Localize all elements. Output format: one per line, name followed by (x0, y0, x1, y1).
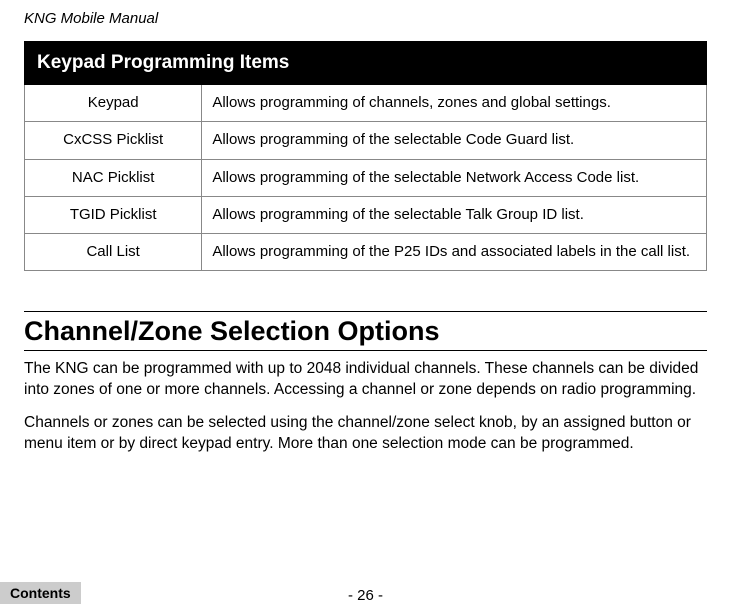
section-heading: Channel/Zone Selection Options (24, 316, 707, 347)
row-desc: Allows programming of the selectable Net… (202, 159, 707, 196)
keypad-programming-table: Keypad Programming Items Keypad Allows p… (24, 41, 707, 271)
table-row: Call List Allows programming of the P25 … (25, 234, 707, 271)
table-row: NAC Picklist Allows programming of the s… (25, 159, 707, 196)
contents-link[interactable]: Contents (0, 582, 81, 604)
page-number: - 26 - (0, 587, 731, 604)
table-row: CxCSS Picklist Allows programming of the… (25, 122, 707, 159)
divider (24, 350, 707, 351)
row-label: Call List (25, 234, 202, 271)
row-desc: Allows programming of the selectable Tal… (202, 196, 707, 233)
row-label: Keypad (25, 85, 202, 122)
row-label: NAC Picklist (25, 159, 202, 196)
table-row: Keypad Allows programming of channels, z… (25, 85, 707, 122)
row-desc: Allows programming of the P25 IDs and as… (202, 234, 707, 271)
body-paragraph: The KNG can be programmed with up to 204… (24, 359, 707, 401)
body-paragraph: Channels or zones can be selected using … (24, 413, 707, 455)
row-desc: Allows programming of channels, zones an… (202, 85, 707, 122)
row-desc: Allows programming of the selectable Cod… (202, 122, 707, 159)
table-row: TGID Picklist Allows programming of the … (25, 196, 707, 233)
document-header: KNG Mobile Manual (24, 10, 707, 27)
page-footer: - 26 - Contents (0, 587, 731, 604)
divider (24, 311, 707, 312)
row-label: TGID Picklist (25, 196, 202, 233)
table-header: Keypad Programming Items (25, 42, 707, 85)
row-label: CxCSS Picklist (25, 122, 202, 159)
